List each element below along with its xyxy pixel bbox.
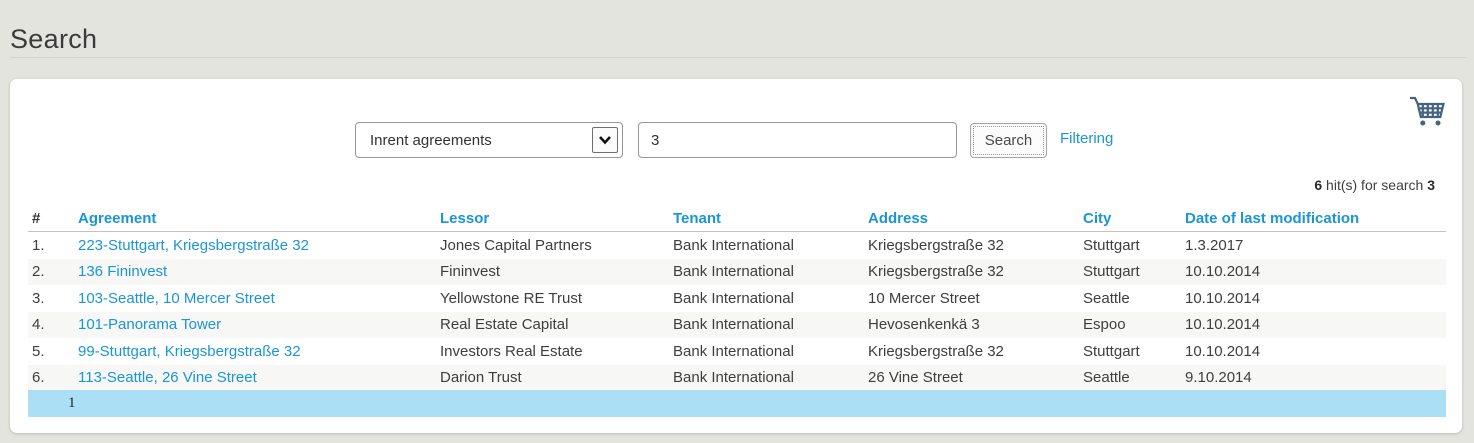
column-header-address[interactable]: Address [868,205,1083,232]
page-title: Search [10,24,97,55]
filtering-link[interactable]: Filtering [1060,130,1113,147]
tenant-cell: Bank International [673,312,868,339]
date-cell: 10.10.2014 [1185,338,1446,365]
lessor-cell: Fininvest [440,259,673,286]
tenant-cell: Bank International [673,338,868,365]
row-number: 4. [28,312,78,339]
agreement-link[interactable]: 103-Seattle, 10 Mercer Street [78,290,275,307]
address-cell: 10 Mercer Street [868,285,1083,312]
lessor-cell: Investors Real Estate [440,338,673,365]
city-cell: Stuttgart [1083,259,1185,286]
date-cell: 10.10.2014 [1185,259,1446,286]
tenant-cell: Bank International [673,232,868,259]
table-header-row: # Agreement Lessor Tenant Address City D… [28,205,1446,232]
column-header-lessor[interactable]: Lessor [440,205,673,232]
address-cell: 26 Vine Street [868,365,1083,392]
column-header-agreement[interactable]: Agreement [78,205,440,232]
city-cell: Espoo [1083,312,1185,339]
page-number[interactable]: 1 [68,395,76,412]
search-term: 3 [1427,177,1435,193]
agreement-link[interactable]: 223-Stuttgart, Kriegsbergstraße 32 [78,237,309,254]
row-number: 6. [28,365,78,392]
tenant-cell: Bank International [673,259,868,286]
row-number: 5. [28,338,78,365]
hit-count-label: hit(s) for search [1322,177,1427,193]
lessor-cell: Jones Capital Partners [440,232,673,259]
row-number: 3. [28,285,78,312]
city-cell: Stuttgart [1083,338,1185,365]
table-row: 4. 101-Panorama Tower Real Estate Capita… [28,312,1446,339]
agreement-link[interactable]: 99-Stuttgart, Kriegsbergstraße 32 [78,343,301,360]
pagination-bar: 1 [28,390,1446,417]
agreement-link[interactable]: 113-Seattle, 26 Vine Street [78,369,257,386]
title-divider [10,57,1466,58]
shopping-cart-icon[interactable] [1408,95,1446,127]
results-table: # Agreement Lessor Tenant Address City D… [28,205,1446,391]
address-cell: Hevosenkenkä 3 [868,312,1083,339]
table-row: 5. 99-Stuttgart, Kriegsbergstraße 32 Inv… [28,338,1446,365]
column-header-city[interactable]: City [1083,205,1185,232]
search-category-selected-value: Inrent agreements [370,132,492,149]
column-header-date-of-last-modification[interactable]: Date of last modification [1185,205,1446,232]
table-row: 6. 113-Seattle, 26 Vine Street Darion Tr… [28,365,1446,392]
city-cell: Seattle [1083,285,1185,312]
lessor-cell: Real Estate Capital [440,312,673,339]
search-button[interactable]: Search [970,123,1047,158]
row-number: 2. [28,259,78,286]
city-cell: Stuttgart [1083,232,1185,259]
search-panel: Inrent agreements Search Filtering 6 hit… [10,79,1462,433]
hit-count-number: 6 [1314,177,1322,193]
chevron-down-icon [592,127,618,153]
tenant-cell: Bank International [673,365,868,392]
lessor-cell: Yellowstone RE Trust [440,285,673,312]
column-header-number: # [28,205,78,232]
row-number: 1. [28,232,78,259]
lessor-cell: Darion Trust [440,365,673,392]
date-cell: 1.3.2017 [1185,232,1446,259]
table-row: 1. 223-Stuttgart, Kriegsbergstraße 32 Jo… [28,232,1446,259]
date-cell: 9.10.2014 [1185,365,1446,392]
address-cell: Kriegsbergstraße 32 [868,338,1083,365]
table-row: 3. 103-Seattle, 10 Mercer Street Yellows… [28,285,1446,312]
search-category-select[interactable]: Inrent agreements [355,122,623,158]
address-cell: Kriegsbergstraße 32 [868,259,1083,286]
date-cell: 10.10.2014 [1185,285,1446,312]
address-cell: Kriegsbergstraße 32 [868,232,1083,259]
column-header-tenant[interactable]: Tenant [673,205,868,232]
agreement-link[interactable]: 136 Fininvest [78,263,167,280]
tenant-cell: Bank International [673,285,868,312]
agreement-link[interactable]: 101-Panorama Tower [78,316,221,333]
date-cell: 10.10.2014 [1185,312,1446,339]
table-row: 2. 136 Fininvest Fininvest Bank Internat… [28,259,1446,286]
search-input[interactable] [638,122,957,158]
hit-count: 6 hit(s) for search 3 [1314,177,1435,193]
city-cell: Seattle [1083,365,1185,392]
